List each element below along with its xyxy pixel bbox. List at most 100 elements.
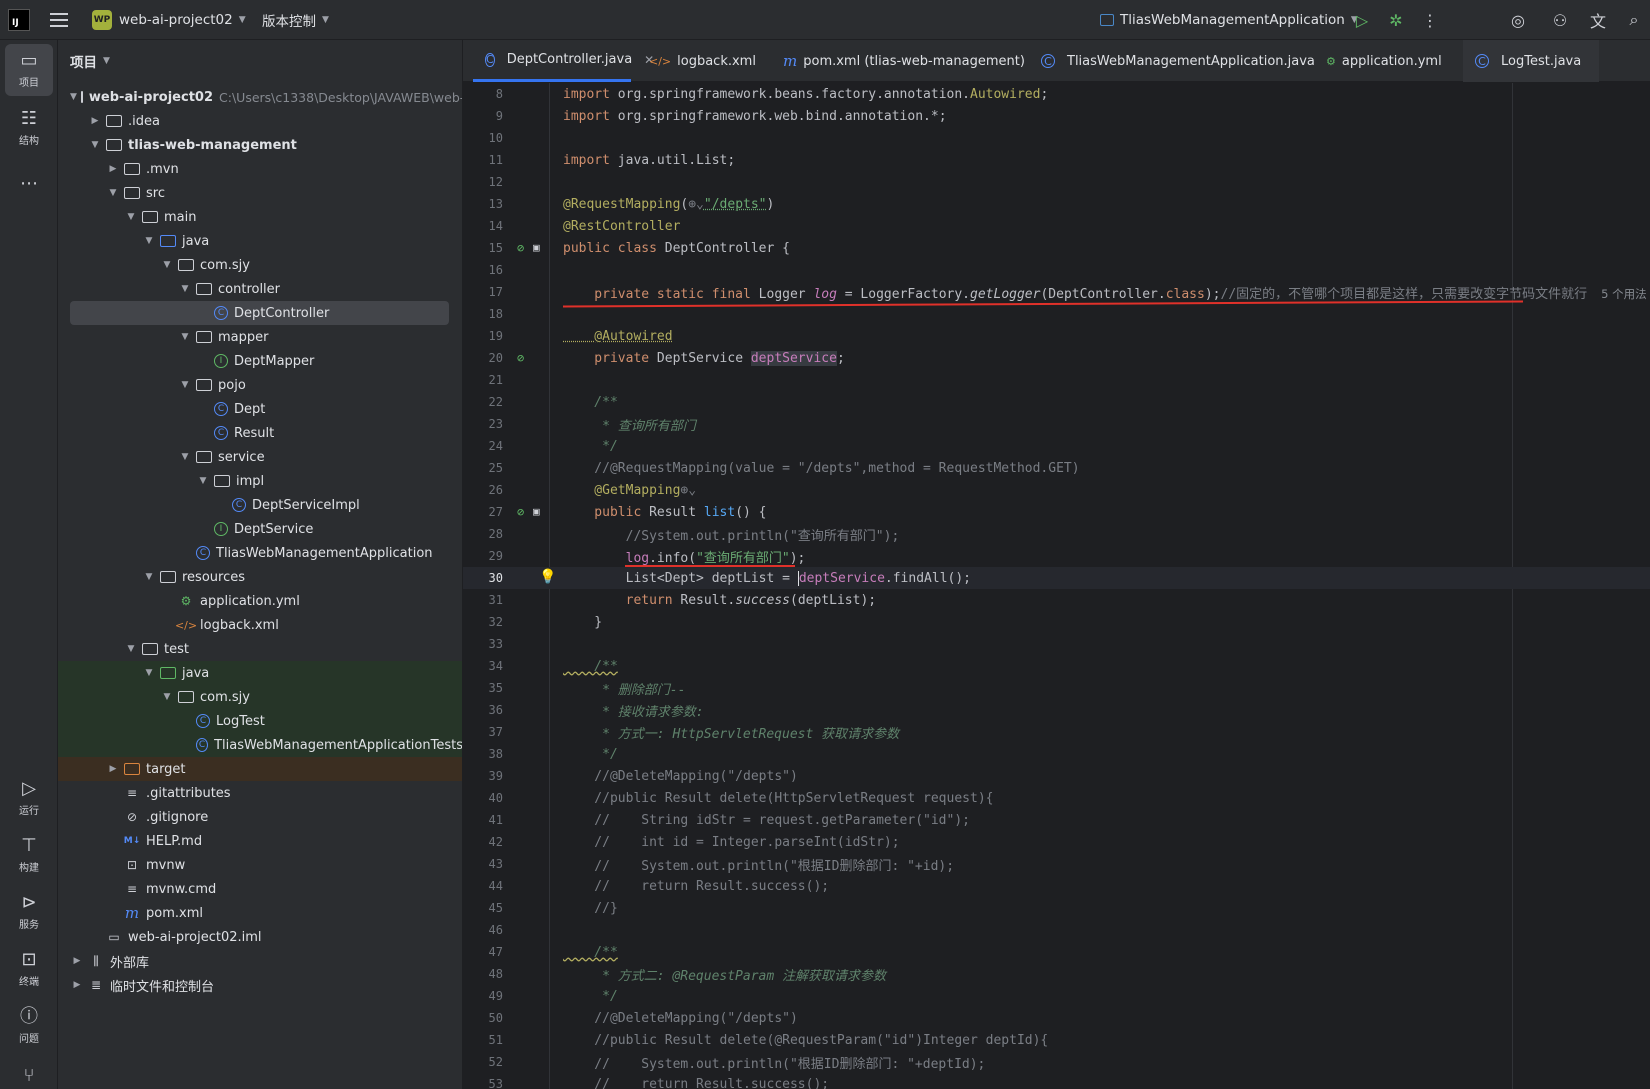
package-icon bbox=[196, 451, 212, 463]
tree-item-mvnw[interactable]: ⊡ mvnw bbox=[58, 853, 462, 877]
tree-item-deptserviceimpl[interactable]: C DeptServiceImpl bbox=[58, 493, 462, 517]
tree-item-resources[interactable]: ▼ resources bbox=[58, 565, 462, 589]
tree-item-pom-xml[interactable]: m pom.xml bbox=[58, 901, 462, 925]
tree-item-label: controller bbox=[218, 281, 281, 297]
tree-item-logtest[interactable]: C LogTest bbox=[58, 709, 462, 733]
rail-services-button[interactable]: ⊳ 服务 bbox=[5, 886, 53, 938]
project-switcher[interactable]: web-ai-project02 ▼ bbox=[119, 0, 246, 40]
search-icon[interactable]: ⌕ bbox=[1620, 0, 1648, 40]
tree-item-controller[interactable]: ▼ controller bbox=[58, 277, 462, 301]
code-text: * 方式一: HttpServletRequest 获取请求参数 bbox=[563, 726, 900, 742]
more-actions-icon[interactable]: ⋮ bbox=[1416, 0, 1444, 40]
tab-pom-xml[interactable]: m pom.xml (tlias-web-management) bbox=[783, 40, 1025, 82]
tree-item-deptmapper[interactable]: I DeptMapper bbox=[58, 349, 462, 373]
code-line: 51 //public Result delete(@RequestParam(… bbox=[463, 1029, 1650, 1051]
line-number: 51 bbox=[488, 1033, 503, 1047]
rail-terminal-button[interactable]: ⊡ 终端 bbox=[5, 943, 53, 995]
tree-item-dept[interactable]: C Dept bbox=[58, 397, 462, 421]
autowired-icon[interactable]: ⊘ bbox=[517, 351, 524, 365]
line-number: 39 bbox=[488, 769, 503, 783]
project-badge[interactable]: WP bbox=[92, 10, 112, 30]
endpoints-icon[interactable]: ▣ bbox=[533, 241, 540, 254]
tree-item-application-yml[interactable]: ⚙ application.yml bbox=[58, 589, 462, 613]
rail-problems-button[interactable]: ⓘ 问题 bbox=[5, 1000, 53, 1052]
tree-item-gitattributes[interactable]: ≡ .gitattributes bbox=[58, 781, 462, 805]
class-icon: C bbox=[214, 402, 228, 416]
rail-git-button[interactable]: ⑂ bbox=[5, 1050, 53, 1089]
tree-item-test-java[interactable]: ▼ java bbox=[58, 661, 462, 685]
tree-item-scratches[interactable]: ▶ ≣ 临时文件和控制台 bbox=[58, 973, 462, 997]
test-class-icon: C bbox=[196, 738, 209, 752]
vcs-menu[interactable]: 版本控制 ▼ bbox=[262, 0, 329, 40]
tree-item-deptservice[interactable]: I DeptService bbox=[58, 517, 462, 541]
endpoints-icon[interactable]: ▣ bbox=[533, 505, 540, 518]
tree-item-impl[interactable]: ▼ impl bbox=[58, 469, 462, 493]
tree-item-application-tests[interactable]: C TliasWebManagementApplicationTests bbox=[58, 733, 462, 757]
code-line: 42 // int id = Integer.parseInt(idStr); bbox=[463, 831, 1650, 853]
tree-item-test-package[interactable]: ▼ com.sjy bbox=[58, 685, 462, 709]
translate-icon[interactable]: 文 bbox=[1584, 0, 1612, 40]
rail-structure-button[interactable]: ☷ 结构 bbox=[5, 102, 53, 154]
code-line: 44 // return Result.success(); bbox=[463, 875, 1650, 897]
tree-item-mvn[interactable]: ▶ .mvn bbox=[58, 157, 462, 181]
line-number: 17 bbox=[488, 285, 503, 299]
tree-item-mapper[interactable]: ▼ mapper bbox=[58, 325, 462, 349]
rail-run-button[interactable]: ▷ 运行 bbox=[5, 772, 53, 824]
run-icon[interactable]: ▷ bbox=[1348, 0, 1376, 40]
rail-build-button[interactable]: ⊤ 构建 bbox=[5, 829, 53, 881]
gutter bbox=[503, 743, 563, 765]
rail-more-button[interactable]: ⋯ bbox=[5, 158, 53, 210]
tree-item-target[interactable]: ▶ target bbox=[58, 757, 462, 781]
spring-bean-icon[interactable]: ⊘ bbox=[517, 241, 524, 255]
line-number: 22 bbox=[488, 395, 503, 409]
rail-project-button[interactable]: ▭ 项目 bbox=[5, 44, 53, 96]
tree-item-label: Result bbox=[234, 425, 275, 441]
tree-item-label: TliasWebManagementApplication bbox=[216, 545, 433, 561]
run-configuration-selector[interactable]: TliasWebManagementApplication ▼ bbox=[1100, 0, 1358, 40]
spring-mapping-icon[interactable]: ⊘ bbox=[517, 505, 524, 519]
tab-application-class[interactable]: C TliasWebManagementApplication.java bbox=[1041, 40, 1315, 82]
lightbulb-icon[interactable]: 💡 bbox=[539, 569, 556, 585]
tree-item-result[interactable]: C Result bbox=[58, 421, 462, 445]
debug-icon[interactable]: ✲ bbox=[1382, 0, 1410, 40]
tree-item-help-md[interactable]: M↓ HELP.md bbox=[58, 829, 462, 853]
code-text: //public Result delete(@RequestParam("id… bbox=[563, 1032, 1049, 1048]
tree-item-main-java[interactable]: ▼ java bbox=[58, 229, 462, 253]
chevron-down-icon: ▼ bbox=[163, 260, 171, 270]
tab-logtest[interactable]: C LogTest.java bbox=[1463, 40, 1599, 82]
tab-logback-xml[interactable]: </> logback.xml bbox=[649, 40, 756, 82]
main-menu-icon[interactable] bbox=[48, 0, 70, 40]
chevron-right-icon: ▶ bbox=[73, 956, 81, 966]
tree-item-tlias-module[interactable]: ▼ tlias-web-management bbox=[58, 133, 462, 157]
ai-assistant-icon[interactable]: ◎ bbox=[1504, 0, 1532, 40]
tree-item-main[interactable]: ▼ main bbox=[58, 205, 462, 229]
tree-item-external-libraries[interactable]: ▶ ⫼ 外部库 bbox=[58, 949, 462, 973]
tree-item-logback-xml[interactable]: </> logback.xml bbox=[58, 613, 462, 637]
interface-icon: I bbox=[214, 522, 228, 536]
project-name: web-ai-project02 bbox=[119, 12, 233, 28]
tree-item-test[interactable]: ▼ test bbox=[58, 637, 462, 661]
tree-item-src[interactable]: ▼ src bbox=[58, 181, 462, 205]
add-user-icon[interactable]: ⚇ bbox=[1546, 0, 1574, 40]
tree-item-service[interactable]: ▼ service bbox=[58, 445, 462, 469]
tree-item-project-root[interactable]: ▼ web-ai-project02 C:\Users\c1338\Deskto… bbox=[58, 85, 462, 109]
project-panel-header[interactable]: 项目 ▼ bbox=[58, 40, 462, 82]
tree-item-deptcontroller[interactable]: C DeptController bbox=[70, 301, 449, 325]
line-number: 50 bbox=[488, 1011, 503, 1025]
interface-icon: I bbox=[214, 354, 228, 368]
gutter bbox=[503, 83, 563, 105]
intellij-logo: IJ bbox=[8, 9, 30, 31]
tree-item-gitignore[interactable]: ⊘ .gitignore bbox=[58, 805, 462, 829]
tree-item-mvnw-cmd[interactable]: ≡ mvnw.cmd bbox=[58, 877, 462, 901]
code-text: * 删除部门-- bbox=[563, 682, 686, 698]
tree-item-package-com-sjy[interactable]: ▼ com.sjy bbox=[58, 253, 462, 277]
gutter bbox=[503, 105, 563, 127]
tree-item-project-iml[interactable]: ▭ web-ai-project02.iml bbox=[58, 925, 462, 949]
run-config-icon bbox=[1100, 14, 1114, 26]
tab-application-yml[interactable]: ⚙ application.yml bbox=[1326, 40, 1442, 82]
tree-item-application-class[interactable]: C TliasWebManagementApplication bbox=[58, 541, 462, 565]
code-editor[interactable]: 8 import org.springframework.beans.facto… bbox=[463, 83, 1650, 1089]
tree-item-idea[interactable]: ▶ .idea bbox=[58, 109, 462, 133]
tree-item-pojo[interactable]: ▼ pojo bbox=[58, 373, 462, 397]
tab-deptcontroller[interactable]: C DeptController.java ✕ bbox=[473, 40, 654, 82]
